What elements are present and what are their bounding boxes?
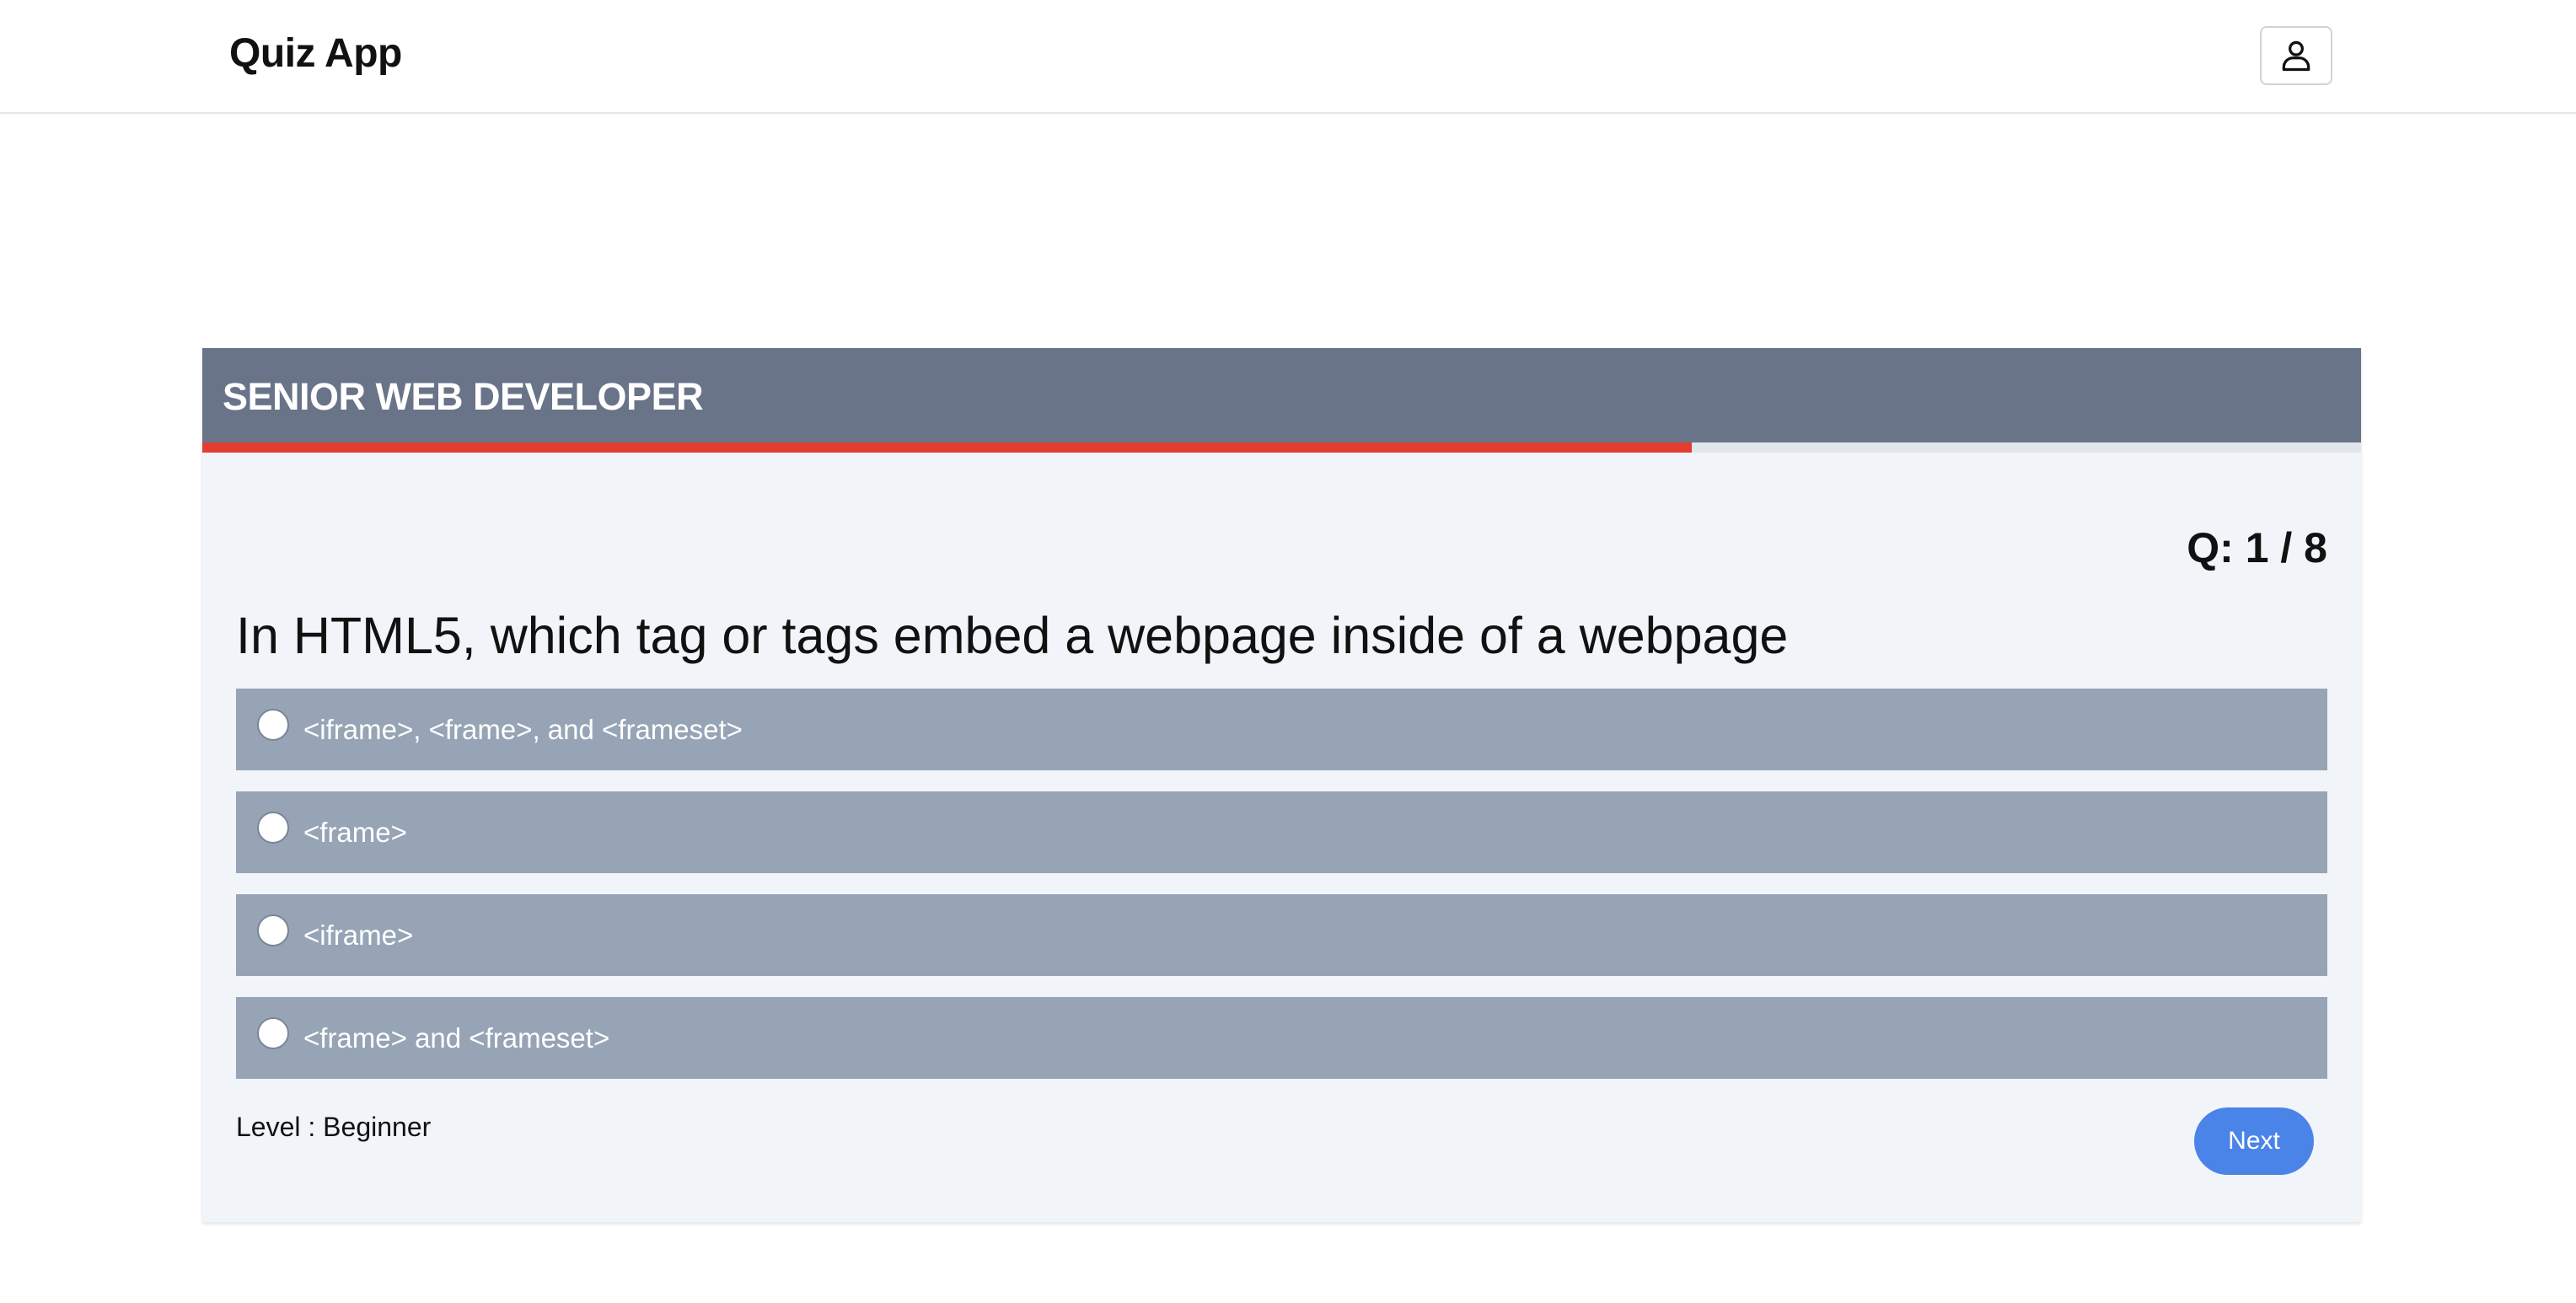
answer-option[interactable]: <frame> [236,791,2327,873]
radio-button[interactable] [257,709,289,741]
next-button[interactable]: Next [2194,1107,2314,1175]
top-navbar: Quiz App [0,0,2576,114]
difficulty-level: Level : Beginner [236,1112,432,1142]
quiz-card: SENIOR WEB DEVELOPER Q: 1 / 8 In HTML5, … [202,348,2361,1222]
user-profile-button[interactable] [2260,26,2332,85]
user-icon [2282,40,2310,72]
answer-option[interactable]: <frame> and <frameset> [236,997,2327,1079]
progress-bar-fill [202,442,1693,453]
answer-option-label: <iframe>, <frame>, and <frameset> [303,714,743,745]
answer-option-label: <frame> and <frameset> [303,1022,610,1054]
radio-button[interactable] [257,1017,289,1049]
answer-option-label: <frame> [303,817,407,848]
answer-option[interactable]: <iframe> [236,894,2327,976]
answer-option[interactable]: <iframe>, <frame>, and <frameset> [236,689,2327,770]
question-counter: Q: 1 / 8 [2187,524,2327,571]
quiz-card-header: SENIOR WEB DEVELOPER [202,348,2361,444]
radio-button[interactable] [257,914,289,946]
question-text: In HTML5, which tag or tags embed a webp… [236,607,1789,664]
radio-button[interactable] [257,812,289,844]
quiz-title: SENIOR WEB DEVELOPER [223,375,704,418]
answer-options: <iframe>, <frame>, and <frameset> <frame… [236,689,2327,1100]
answer-option-label: <iframe> [303,920,414,951]
app-title: Quiz App [229,31,402,76]
progress-bar [202,442,2361,453]
